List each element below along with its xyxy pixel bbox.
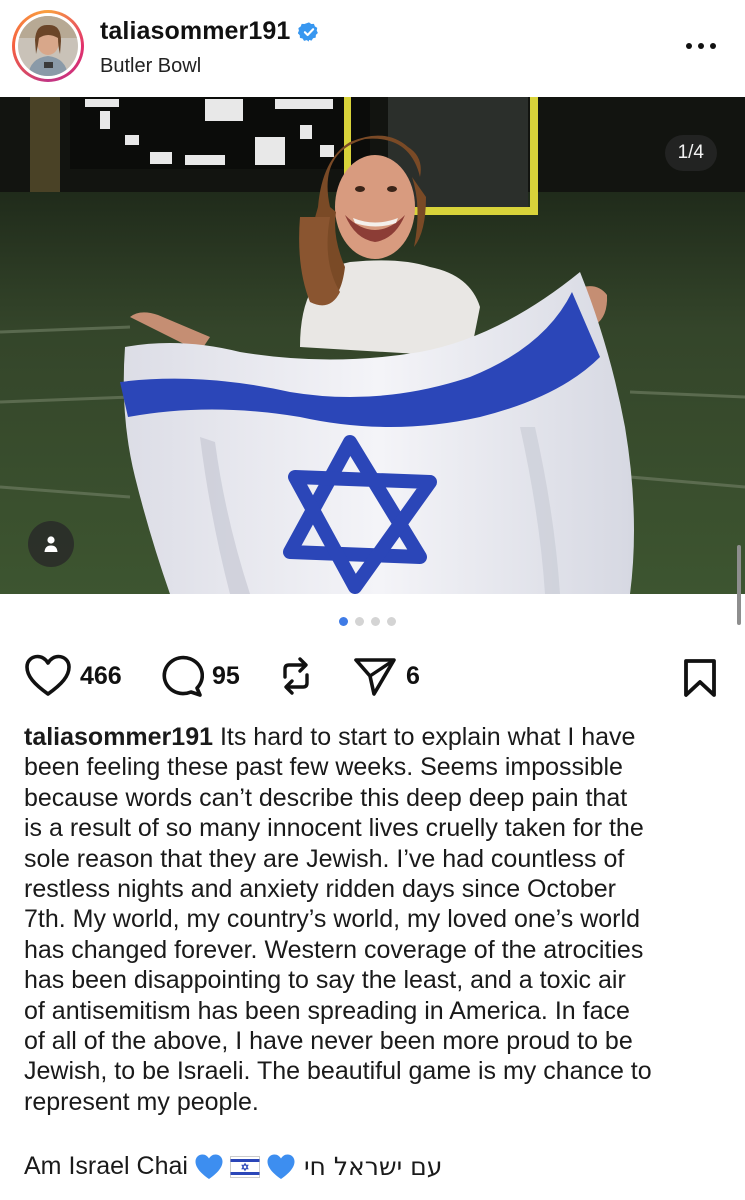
carousel-indicator bbox=[0, 617, 745, 629]
caption-line: of antisemitism has been spreading in Am… bbox=[24, 996, 630, 1025]
heart-icon bbox=[25, 654, 71, 696]
verified-badge-icon bbox=[298, 21, 319, 42]
bookmark-icon bbox=[684, 659, 716, 697]
caption-first-line: taliasommer191 Its hard to start to expl… bbox=[24, 722, 729, 752]
image-counter: 1/4 bbox=[664, 135, 717, 171]
caption-line: has been disappointing to say the least,… bbox=[24, 966, 626, 995]
comment-button[interactable]: 95 bbox=[160, 650, 240, 702]
closing-hebrew: עם ישראל חי bbox=[303, 1152, 443, 1181]
carousel-dot[interactable] bbox=[355, 617, 364, 626]
carousel-dot[interactable] bbox=[387, 617, 396, 626]
like-count[interactable]: 466 bbox=[80, 662, 122, 691]
blue-heart-icon bbox=[267, 1154, 295, 1179]
avatar-photo bbox=[18, 16, 78, 76]
repost-button[interactable] bbox=[275, 650, 317, 702]
location-link[interactable]: Butler Bowl bbox=[100, 55, 201, 78]
post-header: taliasommer191 Butler Bowl bbox=[0, 0, 745, 97]
comment-count[interactable]: 95 bbox=[212, 662, 240, 691]
caption: taliasommer191 Its hard to start to expl… bbox=[24, 722, 729, 1117]
repost-icon bbox=[283, 657, 309, 695]
share-count[interactable]: 6 bbox=[406, 662, 420, 691]
scrollbar[interactable] bbox=[737, 545, 741, 625]
caption-line: 7th. My world, my country’s world, my lo… bbox=[24, 905, 640, 934]
more-options-icon[interactable] bbox=[681, 34, 721, 58]
person-icon[interactable] bbox=[28, 521, 74, 567]
caption-line: is a result of so many innocent lives cr… bbox=[24, 814, 644, 843]
closing-text: Am Israel Chai bbox=[24, 1152, 188, 1180]
caption-text: Its hard to start to explain what I have bbox=[213, 723, 636, 751]
israel-flag-icon bbox=[229, 1155, 260, 1178]
send-icon bbox=[354, 658, 396, 696]
caption-line: represent my people. bbox=[24, 1087, 259, 1116]
photo-scene bbox=[0, 97, 745, 594]
like-button[interactable]: 466 bbox=[24, 650, 122, 702]
caption-line: of all of the above, I have never been m… bbox=[24, 1027, 633, 1056]
comment-bubble-icon bbox=[162, 655, 204, 697]
caption-line: restless nights and anxiety ridden days … bbox=[24, 875, 616, 904]
caption-line: sole reason that they are Jewish. I’ve h… bbox=[24, 844, 625, 873]
share-button[interactable]: 6 bbox=[352, 650, 420, 702]
save-button[interactable] bbox=[683, 658, 717, 703]
caption-line: has changed forever. Western coverage of… bbox=[24, 935, 644, 964]
caption-line: Jewish, to be Israeli. The beautiful gam… bbox=[24, 1057, 652, 1086]
post-image[interactable]: 1/4 bbox=[0, 97, 745, 594]
carousel-dot[interactable] bbox=[371, 617, 380, 626]
blue-heart-icon bbox=[195, 1154, 223, 1179]
username[interactable]: taliasommer191 bbox=[100, 17, 290, 46]
action-bar: 466 95 6 bbox=[0, 650, 745, 702]
caption-line: been feeling these past few weeks. Seems… bbox=[24, 753, 623, 782]
carousel-dot[interactable] bbox=[339, 617, 348, 626]
caption-username[interactable]: taliasommer191 bbox=[24, 723, 213, 751]
caption-closing: Am Israel Chai עם ישראל חי bbox=[24, 1152, 442, 1181]
avatar[interactable] bbox=[12, 10, 84, 82]
caption-line: because words can’t describe this deep d… bbox=[24, 783, 628, 812]
